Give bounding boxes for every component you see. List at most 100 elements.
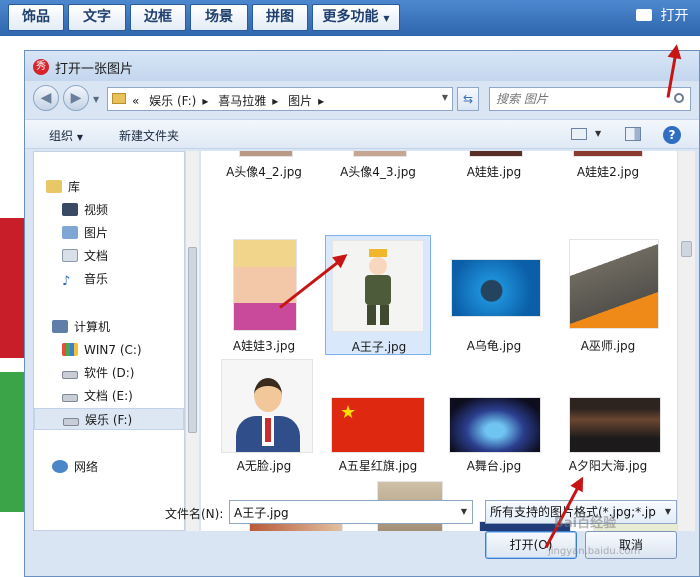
file-list-scrollbar[interactable] (677, 151, 695, 531)
documents-icon (62, 249, 78, 262)
breadcrumb-overflow[interactable]: « (132, 94, 139, 108)
change-view-icon[interactable] (571, 128, 587, 140)
breadcrumb-drive[interactable]: 娱乐 (F:) (149, 94, 196, 108)
file-item[interactable]: A夕阳大海.jpg (555, 357, 661, 473)
background-canvas-green (0, 372, 24, 512)
scrollbar-thumb[interactable] (681, 241, 692, 257)
address-bar[interactable]: « 娱乐 (F:) ▸ 喜马拉雅 ▸ 图片 ▸ ▼ (107, 87, 453, 111)
search-box[interactable] (489, 87, 691, 111)
leg-shape (380, 305, 389, 325)
file-name: A王子.jpg (351, 340, 407, 354)
file-thumbnail (451, 259, 541, 317)
open-top-button[interactable]: 打开 (636, 6, 688, 26)
chevron-down-icon: ▼ (664, 507, 671, 516)
file-item[interactable]: ★ A五星红旗.jpg (325, 357, 431, 473)
file-item[interactable]: A娃娃.jpg (441, 151, 547, 187)
tie-shape (265, 418, 271, 442)
file-name: A头像4_3.jpg (340, 165, 416, 179)
nav-label: 软件 (D:) (84, 366, 135, 380)
file-thumbnail (569, 239, 659, 329)
chevron-down-icon: ▼ (383, 14, 390, 23)
folder-icon (112, 93, 126, 104)
file-thumbnail (573, 151, 643, 157)
organize-label: 组织 (49, 129, 74, 143)
library-icon (46, 180, 62, 193)
file-item[interactable]: A巫师.jpg (555, 237, 661, 353)
nav-label: 图片 (84, 226, 109, 240)
view-dropdown-icon[interactable]: ▼ (595, 129, 601, 138)
nav-label: 音乐 (84, 272, 109, 286)
search-input[interactable] (496, 91, 666, 107)
drive-icon (62, 394, 78, 402)
file-name: A夕阳大海.jpg (568, 459, 648, 473)
nav-item-drive-f[interactable]: 娱乐 (F:) (34, 408, 184, 430)
watermark-logo: Bai百经验 (554, 516, 617, 531)
file-item[interactable]: A娃娃2.jpg (555, 151, 661, 187)
file-item[interactable]: A娃娃3.jpg (211, 237, 317, 353)
file-name: A五星红旗.jpg (338, 459, 418, 473)
file-item[interactable]: A舞台.jpg (441, 357, 547, 473)
file-thumbnail (569, 397, 661, 453)
nav-label: 视频 (84, 203, 109, 217)
nav-label: 库 (68, 180, 81, 194)
tab-more[interactable]: 更多功能 ▼ (312, 4, 400, 31)
file-thumbnail (449, 397, 541, 453)
filename-label: 文件名(N): (165, 507, 224, 521)
breadcrumb-separator-icon: ▸ (318, 94, 325, 108)
file-item[interactable]: A头像4_3.jpg (325, 151, 431, 187)
file-item[interactable]: A头像4_2.jpg (211, 151, 317, 187)
body-shape (365, 275, 391, 305)
star-shape: ★ (340, 402, 357, 423)
file-name: A乌龟.jpg (466, 339, 522, 353)
tab-text[interactable]: 文字 (68, 4, 126, 31)
back-arrow-icon: ◀ (40, 90, 52, 106)
filename-field[interactable]: ▼ (229, 500, 473, 524)
file-name: A娃娃2.jpg (576, 165, 640, 179)
file-item[interactable]: A无脸.jpg (211, 357, 317, 473)
computer-icon (52, 320, 68, 333)
filename-input[interactable] (234, 504, 446, 521)
tab-accessories[interactable]: 饰品 (8, 4, 64, 31)
nav-item-library[interactable]: 库 (46, 176, 196, 198)
refresh-icon: ⇆ (462, 92, 474, 106)
navigation-row: ◀ ▶ ▼ « 娱乐 (F:) ▸ 喜马拉雅 ▸ 图片 ▸ ▼ ⇆ (25, 81, 699, 117)
app-toolbar: 饰品 文字 边框 场景 拼图 更多功能 ▼ 打开 (0, 0, 700, 36)
filename-dropdown-icon[interactable]: ▼ (461, 507, 467, 516)
preview-pane-icon[interactable] (625, 127, 641, 141)
recent-locations-dropdown-icon[interactable]: ▼ (93, 95, 99, 104)
tab-scene[interactable]: 场景 (190, 4, 248, 31)
back-button[interactable]: ◀ (33, 85, 59, 111)
nav-item-computer[interactable]: 计算机 (52, 316, 202, 338)
organize-button[interactable]: 组织 ▼ (49, 127, 83, 144)
tab-collage[interactable]: 拼图 (252, 4, 308, 31)
search-icon (674, 93, 684, 103)
pictures-icon (62, 226, 78, 239)
forward-button[interactable]: ▶ (63, 85, 89, 111)
nav-label: WIN7 (C:) (84, 343, 142, 357)
watermark-url: jingyan.baidu.com (548, 546, 641, 557)
file-thumbnail (469, 151, 523, 157)
scrollbar-thumb[interactable] (188, 247, 197, 433)
file-name: A无脸.jpg (236, 459, 292, 473)
drive-icon (62, 371, 78, 379)
new-folder-button[interactable]: 新建文件夹 (119, 127, 179, 144)
music-icon: ♪ (62, 274, 71, 289)
address-dropdown-icon[interactable]: ▼ (442, 93, 448, 102)
dialog-titlebar: 秀 打开一张图片 (25, 51, 699, 81)
drive-icon (62, 343, 78, 356)
file-name: A舞台.jpg (466, 459, 522, 473)
video-icon (62, 203, 78, 216)
help-icon[interactable]: ? (663, 126, 681, 144)
file-item[interactable]: A乌龟.jpg (441, 237, 547, 353)
open-top-label: 打开 (660, 8, 689, 24)
file-thumbnail (353, 151, 407, 157)
file-name: A娃娃3.jpg (232, 339, 296, 353)
navigation-scrollbar[interactable] (185, 151, 199, 531)
nav-item-network[interactable]: 网络 (52, 456, 202, 478)
tab-border[interactable]: 边框 (130, 4, 186, 31)
file-name: A巫师.jpg (580, 339, 636, 353)
nav-label: 文档 (E:) (84, 389, 133, 403)
refresh-button[interactable]: ⇆ (457, 87, 479, 111)
breadcrumb-folder[interactable]: 喜马拉雅 (218, 94, 266, 108)
breadcrumb-current[interactable]: 图片 (288, 94, 312, 108)
